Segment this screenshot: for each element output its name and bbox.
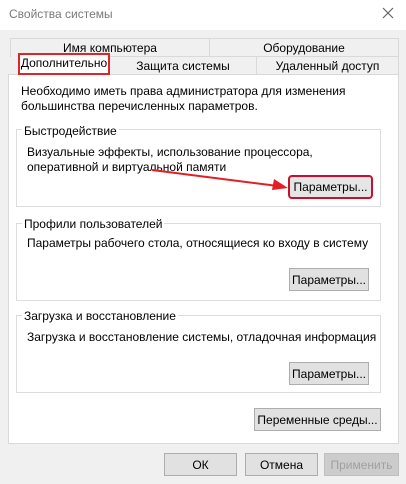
cancel-button[interactable]: Отмена	[245, 453, 318, 476]
title-bar: Свойства системы	[0, 0, 406, 30]
performance-title: Быстродействие	[22, 124, 119, 139]
startup-recovery-description: Загрузка и восстановление системы, отлад…	[27, 330, 377, 344]
startup-recovery-title: Загрузка и восстановление	[22, 309, 178, 324]
admin-notice: Необходимо иметь права администратора дл…	[21, 84, 346, 113]
window-title: Свойства системы	[9, 7, 113, 21]
tab-label: Оборудование	[263, 41, 345, 55]
annotation-arrow-icon	[151, 169, 288, 190]
user-profiles-settings-button[interactable]: Параметры...	[289, 268, 369, 291]
tab-label: Дополнительно	[20, 56, 108, 70]
performance-settings-button[interactable]: Параметры...	[288, 175, 373, 199]
tab-system-protection[interactable]: Защита системы	[109, 56, 257, 75]
user-profiles-title: Профили пользователей	[22, 217, 165, 232]
ok-button[interactable]: ОК	[164, 453, 237, 476]
tab-advanced[interactable]: Дополнительно	[18, 53, 110, 75]
close-icon[interactable]	[380, 5, 396, 21]
tab-remote-access[interactable]: Удаленный доступ	[256, 56, 399, 75]
startup-recovery-settings-button[interactable]: Параметры...	[289, 362, 369, 385]
tab-hardware[interactable]: Оборудование	[209, 38, 399, 57]
environment-variables-button[interactable]: Переменные среды...	[254, 408, 381, 431]
tab-label: Защита системы	[136, 59, 230, 73]
tab-label: Удаленный доступ	[275, 59, 380, 73]
apply-button[interactable]: Применить	[324, 453, 399, 476]
user-profiles-description: Параметры рабочего стола, относящиеся ко…	[27, 236, 369, 250]
